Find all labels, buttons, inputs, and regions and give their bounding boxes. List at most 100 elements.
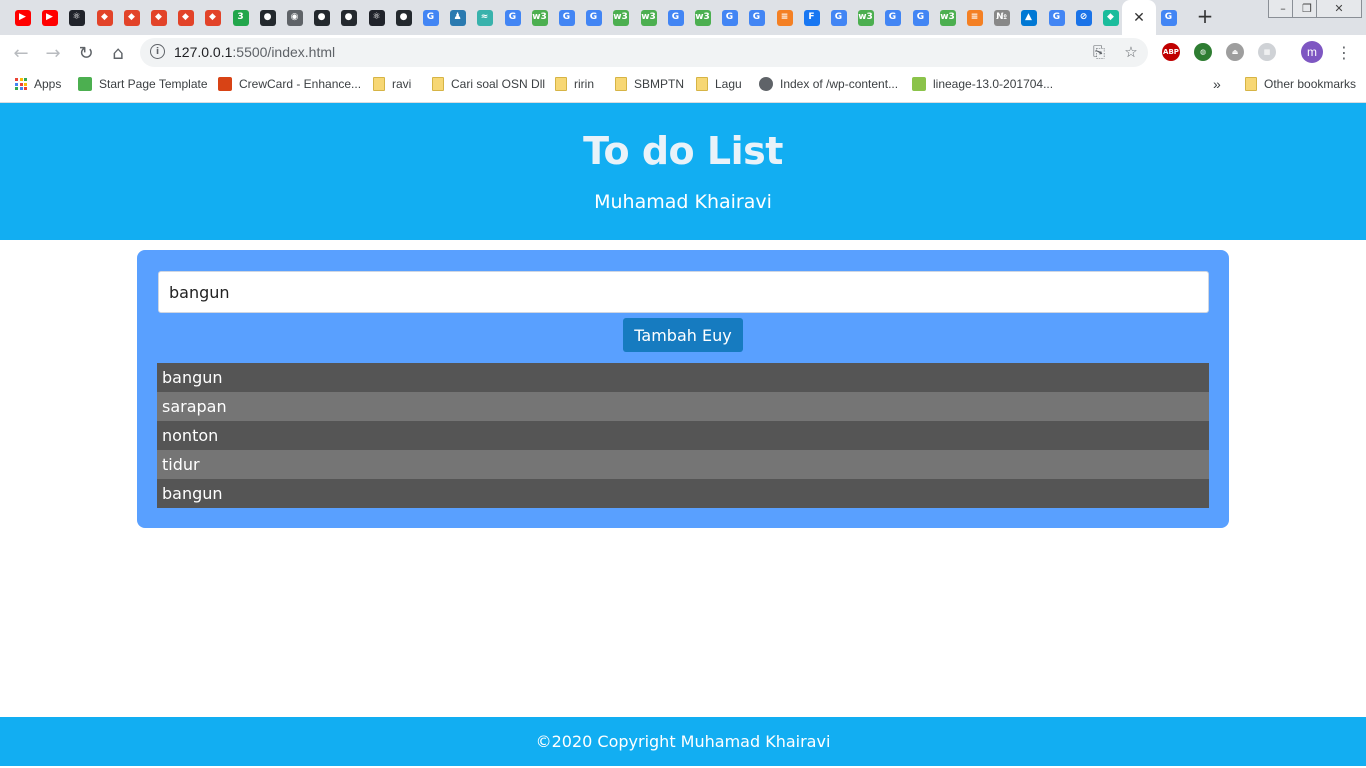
- tab-active[interactable]: ✕: [1122, 0, 1156, 35]
- google-icon: G: [667, 9, 684, 26]
- close-window-button[interactable]: ✕: [1316, 0, 1362, 18]
- tab[interactable]: w3: [635, 4, 662, 31]
- bookmark-item[interactable]: Cari soal OSN Dll: [432, 77, 545, 91]
- tab[interactable]: ◉: [281, 4, 308, 31]
- bookmark-item[interactable]: lineage-13.0-201704...: [912, 77, 1053, 91]
- tab[interactable]: G: [907, 4, 934, 31]
- url-host: 127.0.0.1: [174, 44, 233, 60]
- folder-icon: [615, 77, 627, 91]
- url-text[interactable]: 127.0.0.1:5500/index.html: [174, 44, 335, 60]
- tab[interactable]: ⊘: [1070, 4, 1097, 31]
- bookmark-item[interactable]: Start Page Template: [78, 77, 208, 91]
- new-tab-button[interactable]: +: [1193, 4, 1217, 28]
- bookmark-item[interactable]: Apps: [15, 77, 61, 91]
- add-todo-button[interactable]: Tambah Euy: [623, 318, 743, 352]
- tab[interactable]: G: [743, 4, 770, 31]
- globe-extension-icon[interactable]: ◍: [1194, 43, 1212, 61]
- google-icon: G: [558, 9, 575, 26]
- bookmark-label: ririn: [574, 77, 594, 91]
- bookmark-star-icon[interactable]: ☆: [1122, 43, 1140, 61]
- info-icon[interactable]: i: [150, 44, 165, 59]
- tab[interactable]: G: [553, 4, 580, 31]
- tab[interactable]: G: [1043, 4, 1070, 31]
- tab[interactable]: w3: [852, 4, 879, 31]
- todo-item[interactable]: bangun: [157, 479, 1209, 508]
- tab[interactable]: 3: [227, 4, 254, 31]
- tab[interactable]: G: [662, 4, 689, 31]
- apps-grid-icon: [15, 78, 27, 90]
- reload-button[interactable]: ↻: [74, 41, 98, 65]
- tab[interactable]: w3: [689, 4, 716, 31]
- address-bar[interactable]: i 127.0.0.1:5500/index.html ⎘ ☆: [140, 38, 1148, 67]
- badge-3-icon: 3: [232, 9, 249, 26]
- tab[interactable]: ⚛: [363, 4, 390, 31]
- tab[interactable]: ⚛: [63, 4, 90, 31]
- menu-dots-icon[interactable]: ⋮: [1336, 41, 1352, 63]
- bookmarks-overflow-button[interactable]: »: [1213, 76, 1221, 92]
- youtube-icon: ▶: [41, 9, 58, 26]
- other-bookmarks[interactable]: Other bookmarks: [1245, 77, 1356, 91]
- bookmark-item[interactable]: CrewCard - Enhance...: [218, 77, 361, 91]
- github-icon: ●: [395, 9, 412, 26]
- todo-item[interactable]: nonton: [157, 421, 1209, 450]
- tab[interactable]: G: [879, 4, 906, 31]
- todo-input[interactable]: [158, 271, 1209, 313]
- reload-icon: ↻: [78, 42, 94, 64]
- w3schools-icon: w3: [640, 9, 657, 26]
- tab-strip: ✕ G + – ❐ ✕ ▶ ▶ ⚛ ◆ ◆ ◆ ◆ ◆ 3 ● ◉ ● ● ⚛ ● G ♟ ≈ Gw3 G Gw3 w3 G…: [0, 0, 1366, 35]
- tab[interactable]: ≡: [961, 4, 988, 31]
- tailwind-icon: ≈: [476, 9, 493, 26]
- tab[interactable]: ▶: [9, 4, 36, 31]
- google-icon: G: [422, 9, 439, 26]
- tab[interactable]: ♟: [444, 4, 471, 31]
- tab[interactable]: ◆: [145, 4, 172, 31]
- tab[interactable]: F: [798, 4, 825, 31]
- bookmark-item[interactable]: Lagu: [696, 77, 742, 91]
- google-icon: G: [504, 9, 521, 26]
- todo-item[interactable]: tidur: [157, 450, 1209, 479]
- bookmark-item[interactable]: ririn: [555, 77, 594, 91]
- bookmark-item[interactable]: Index of /wp-content...: [759, 77, 898, 91]
- tab[interactable]: ◆: [118, 4, 145, 31]
- google-icon: G: [830, 9, 847, 26]
- tab[interactable]: G: [417, 4, 444, 31]
- home-button[interactable]: ⌂: [106, 41, 130, 65]
- tab-close-icon[interactable]: ✕: [1133, 10, 1145, 26]
- tab[interactable]: ≡: [771, 4, 798, 31]
- w3schools-icon: w3: [857, 9, 874, 26]
- tab[interactable]: ●: [390, 4, 417, 31]
- profile-avatar[interactable]: m: [1301, 41, 1323, 63]
- tab[interactable]: ◆: [91, 4, 118, 31]
- tab-last[interactable]: G: [1155, 4, 1182, 31]
- shoe-extension-icon[interactable]: ⏏: [1226, 43, 1244, 61]
- puzzle-extension-icon[interactable]: ▦: [1258, 43, 1276, 61]
- todo-item[interactable]: sarapan: [157, 392, 1209, 421]
- tab[interactable]: №: [988, 4, 1015, 31]
- tab[interactable]: G: [716, 4, 743, 31]
- tab[interactable]: ▲: [1015, 4, 1042, 31]
- tab[interactable]: w3: [607, 4, 634, 31]
- tab[interactable]: ●: [254, 4, 281, 31]
- tab[interactable]: ◆: [1097, 4, 1124, 31]
- folder-icon: [373, 77, 385, 91]
- tab[interactable]: w3: [526, 4, 553, 31]
- tab[interactable]: ●: [308, 4, 335, 31]
- bookmark-item[interactable]: ravi: [373, 77, 411, 91]
- todo-item[interactable]: bangun: [157, 363, 1209, 392]
- tab[interactable]: G: [580, 4, 607, 31]
- tab[interactable]: G: [499, 4, 526, 31]
- tab[interactable]: ▶: [36, 4, 63, 31]
- translate-icon[interactable]: ⎘: [1090, 43, 1108, 61]
- tab[interactable]: G: [825, 4, 852, 31]
- tab[interactable]: ≈: [471, 4, 498, 31]
- tab[interactable]: ●: [335, 4, 362, 31]
- bookmark-item[interactable]: SBMPTN: [615, 77, 684, 91]
- adblock-icon[interactable]: ABP: [1162, 43, 1180, 61]
- back-button[interactable]: ←: [9, 41, 33, 65]
- tab[interactable]: w3: [934, 4, 961, 31]
- react-icon: ⚛: [68, 9, 85, 26]
- forward-button[interactable]: →: [41, 41, 65, 65]
- tab[interactable]: ◆: [199, 4, 226, 31]
- copyright-text: ©2020 Copyright Muhamad Khairavi: [535, 732, 831, 751]
- tab[interactable]: ◆: [172, 4, 199, 31]
